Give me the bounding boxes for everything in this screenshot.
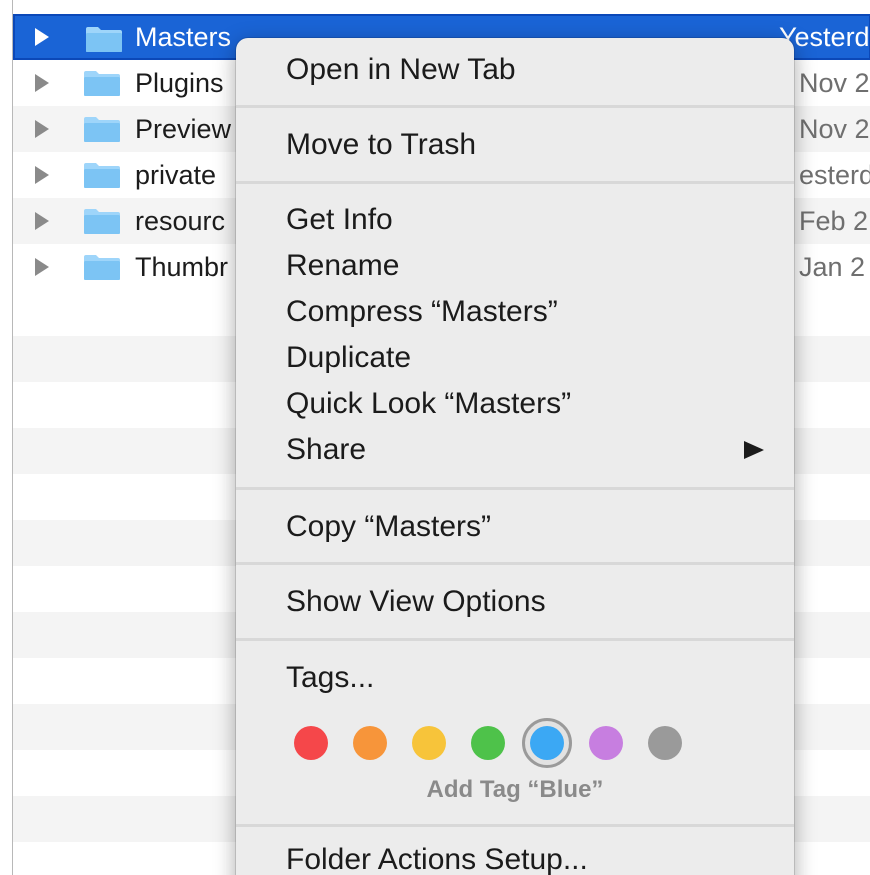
file-date: Feb 2 [799,206,869,236]
file-name: resourc [135,206,226,236]
disclosure-triangle-icon[interactable] [35,74,49,92]
disclosure-triangle-icon[interactable] [35,166,49,184]
menu-item-rename[interactable]: Rename [236,244,794,288]
tag-purple-dot[interactable] [589,726,623,760]
menu-separator [236,105,794,108]
menu-item-duplicate[interactable]: Duplicate [236,336,794,380]
file-name: Thumbr [135,252,229,282]
menu-separator [236,181,794,184]
disclosure-triangle-icon[interactable] [35,120,49,138]
disclosure-triangle-icon[interactable] [35,212,49,230]
file-name: Preview [135,114,232,144]
menu-item-move-to-trash[interactable]: Move to Trash [236,123,794,167]
folder-icon [84,255,120,280]
menu-item-get-info[interactable]: Get Info [236,198,794,242]
disclosure-triangle-icon[interactable] [35,28,49,46]
folder-icon [84,163,120,188]
folder-icon [84,209,120,234]
menu-item-tags[interactable]: Tags... [236,656,794,700]
menu-item-compress[interactable]: Compress “Masters” [236,290,794,334]
submenu-arrow-icon [744,441,764,459]
finder-window: Masters Yesterd Plugins Nov 2 Preview No… [0,0,870,875]
menu-separator [236,487,794,490]
menu-separator [236,562,794,565]
file-name: private [135,160,217,190]
file-name: Plugins [135,68,224,98]
menu-item-quick-look[interactable]: Quick Look “Masters” [236,382,794,426]
file-date: esterd [799,160,870,190]
disclosure-triangle-icon[interactable] [35,258,49,276]
menu-separator [236,824,794,827]
file-name: Masters [135,22,232,52]
menu-item-share-label: Share [286,433,367,466]
file-date: Nov 2 [799,114,870,144]
menu-item-show-view-options[interactable]: Show View Options [236,580,794,624]
folder-icon [84,71,120,96]
tag-blue-dot[interactable] [530,726,564,760]
tag-orange-dot[interactable] [353,726,387,760]
tag-color-row [294,718,714,768]
menu-item-folder-actions-setup[interactable]: Folder Actions Setup... [236,838,794,875]
tag-green-dot[interactable] [471,726,505,760]
folder-icon [84,117,120,142]
tag-gray-dot[interactable] [648,726,682,760]
menu-item-copy[interactable]: Copy “Masters” [236,505,794,549]
menu-item-open-in-new-tab[interactable]: Open in New Tab [236,48,794,92]
file-date: Jan 2 [799,252,866,282]
context-menu: Open in New Tab Move to Trash Get Info R… [236,38,794,875]
tag-yellow-dot[interactable] [412,726,446,760]
menu-separator [236,638,794,641]
folder-icon [86,27,122,52]
menu-item-share[interactable]: Share [236,428,794,472]
file-date: Nov 2 [799,68,870,98]
tag-caption: Add Tag “Blue” [426,776,604,803]
tag-red-dot[interactable] [294,726,328,760]
